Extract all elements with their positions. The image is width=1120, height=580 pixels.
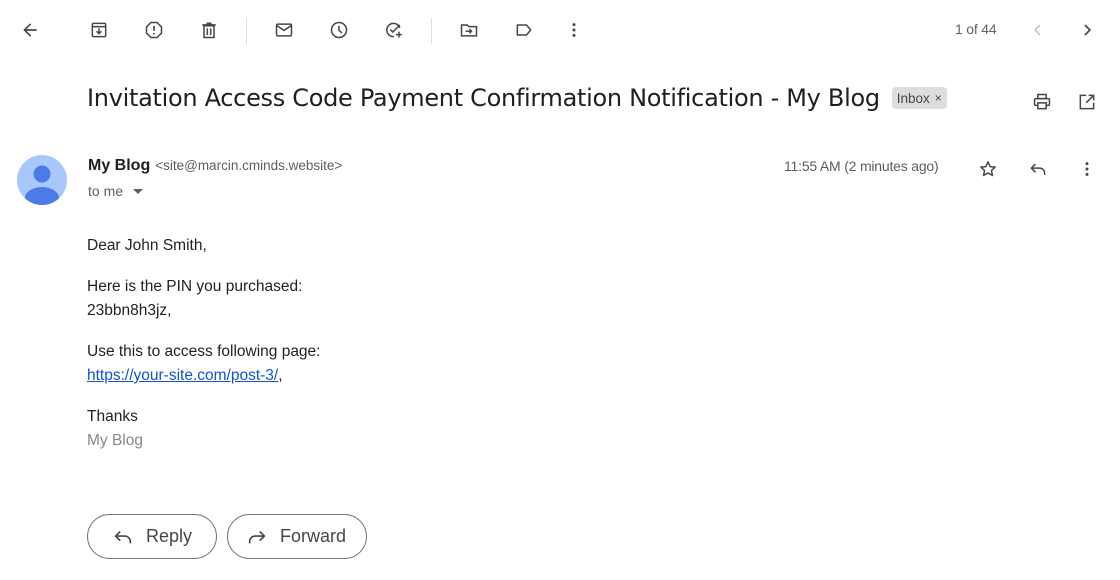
folder-move-icon (460, 24, 478, 37)
open-in-new-icon (1079, 94, 1095, 110)
trash-icon (202, 22, 216, 39)
message-more-button[interactable] (1071, 153, 1103, 185)
clock-icon (330, 21, 348, 39)
add-task-icon (386, 22, 402, 38)
access-paragraph: Use this to access following page: https… (87, 340, 320, 388)
more-vert-icon (1085, 162, 1089, 176)
chevron-right-icon (1084, 24, 1092, 36)
pin-paragraph: Here is the PIN you purchased: 23bbn8h3j… (87, 275, 320, 323)
mark-unread-button[interactable] (268, 14, 300, 46)
archive-icon (91, 22, 107, 38)
snooze-button[interactable] (323, 14, 355, 46)
reply-icon (114, 530, 132, 543)
label-text: Inbox (896, 90, 930, 106)
toolbar-divider (431, 18, 432, 44)
forward-icon (248, 530, 266, 543)
sender-info: My Blog <site@marcin.cminds.website> (88, 157, 342, 175)
more-vert-icon (572, 23, 576, 37)
reply-label: Reply (146, 526, 193, 546)
pager-text: 1 of 44 (955, 21, 997, 37)
open-in-new-window-button[interactable] (1071, 86, 1103, 118)
arrow-left-icon (23, 23, 37, 37)
archive-button[interactable] (83, 14, 115, 46)
greeting: Dear John Smith, (87, 237, 207, 254)
sender-email: <site@marcin.cminds.website> (155, 158, 343, 173)
add-to-tasks-button[interactable] (378, 14, 410, 46)
reply-icon (1030, 163, 1046, 175)
email-body: Dear John Smith, Here is the PIN you pur… (87, 234, 320, 470)
caret-down-icon (133, 188, 144, 194)
older-button[interactable] (1071, 14, 1103, 46)
more-options-button[interactable] (558, 14, 590, 46)
newer-button[interactable] (1022, 14, 1054, 46)
pin-code: 23bbn8h3jz, (87, 302, 172, 319)
closing: Thanks My Blog (87, 405, 320, 453)
email-timestamp: 11:55 AM (2 minutes ago) (784, 158, 939, 174)
mail-icon (275, 23, 293, 37)
forward-label: Forward (280, 526, 347, 546)
access-link[interactable]: https://your-site.com/post-3/ (87, 367, 278, 384)
recipient-text: to me (88, 183, 124, 199)
inbox-label-chip[interactable]: Inbox × (891, 87, 947, 109)
reply-button[interactable]: Reply (87, 514, 217, 559)
move-to-button[interactable] (453, 14, 485, 46)
toolbar-divider (246, 18, 247, 44)
link-suffix: , (278, 367, 283, 384)
print-icon (1033, 93, 1051, 110)
sender-avatar[interactable] (17, 155, 67, 205)
thanks-text: Thanks (87, 408, 138, 425)
remove-label-icon[interactable]: × (935, 91, 942, 105)
subject-row: Invitation Access Code Payment Confirmat… (87, 84, 947, 112)
forward-button[interactable]: Forward (227, 514, 367, 559)
recipient-details-toggle[interactable]: to me (88, 183, 144, 199)
star-icon (980, 161, 996, 177)
back-button[interactable] (14, 14, 46, 46)
pin-intro: Here is the PIN you purchased: (87, 278, 303, 295)
delete-button[interactable] (193, 14, 225, 46)
report-icon (145, 21, 163, 39)
signature: My Blog (87, 432, 143, 449)
print-all-button[interactable] (1026, 86, 1058, 118)
reply-icon-button[interactable] (1022, 153, 1054, 185)
labels-button[interactable] (508, 14, 540, 46)
access-intro: Use this to access following page: (87, 343, 321, 360)
star-button[interactable] (972, 153, 1004, 185)
person-icon (25, 165, 59, 205)
toolbar: 1 of 44 (0, 0, 1120, 60)
report-spam-button[interactable] (138, 14, 170, 46)
chevron-left-icon (1033, 24, 1041, 36)
label-icon (516, 24, 532, 36)
sender-name[interactable]: My Blog (88, 157, 150, 175)
email-subject: Invitation Access Code Payment Confirmat… (87, 84, 880, 112)
